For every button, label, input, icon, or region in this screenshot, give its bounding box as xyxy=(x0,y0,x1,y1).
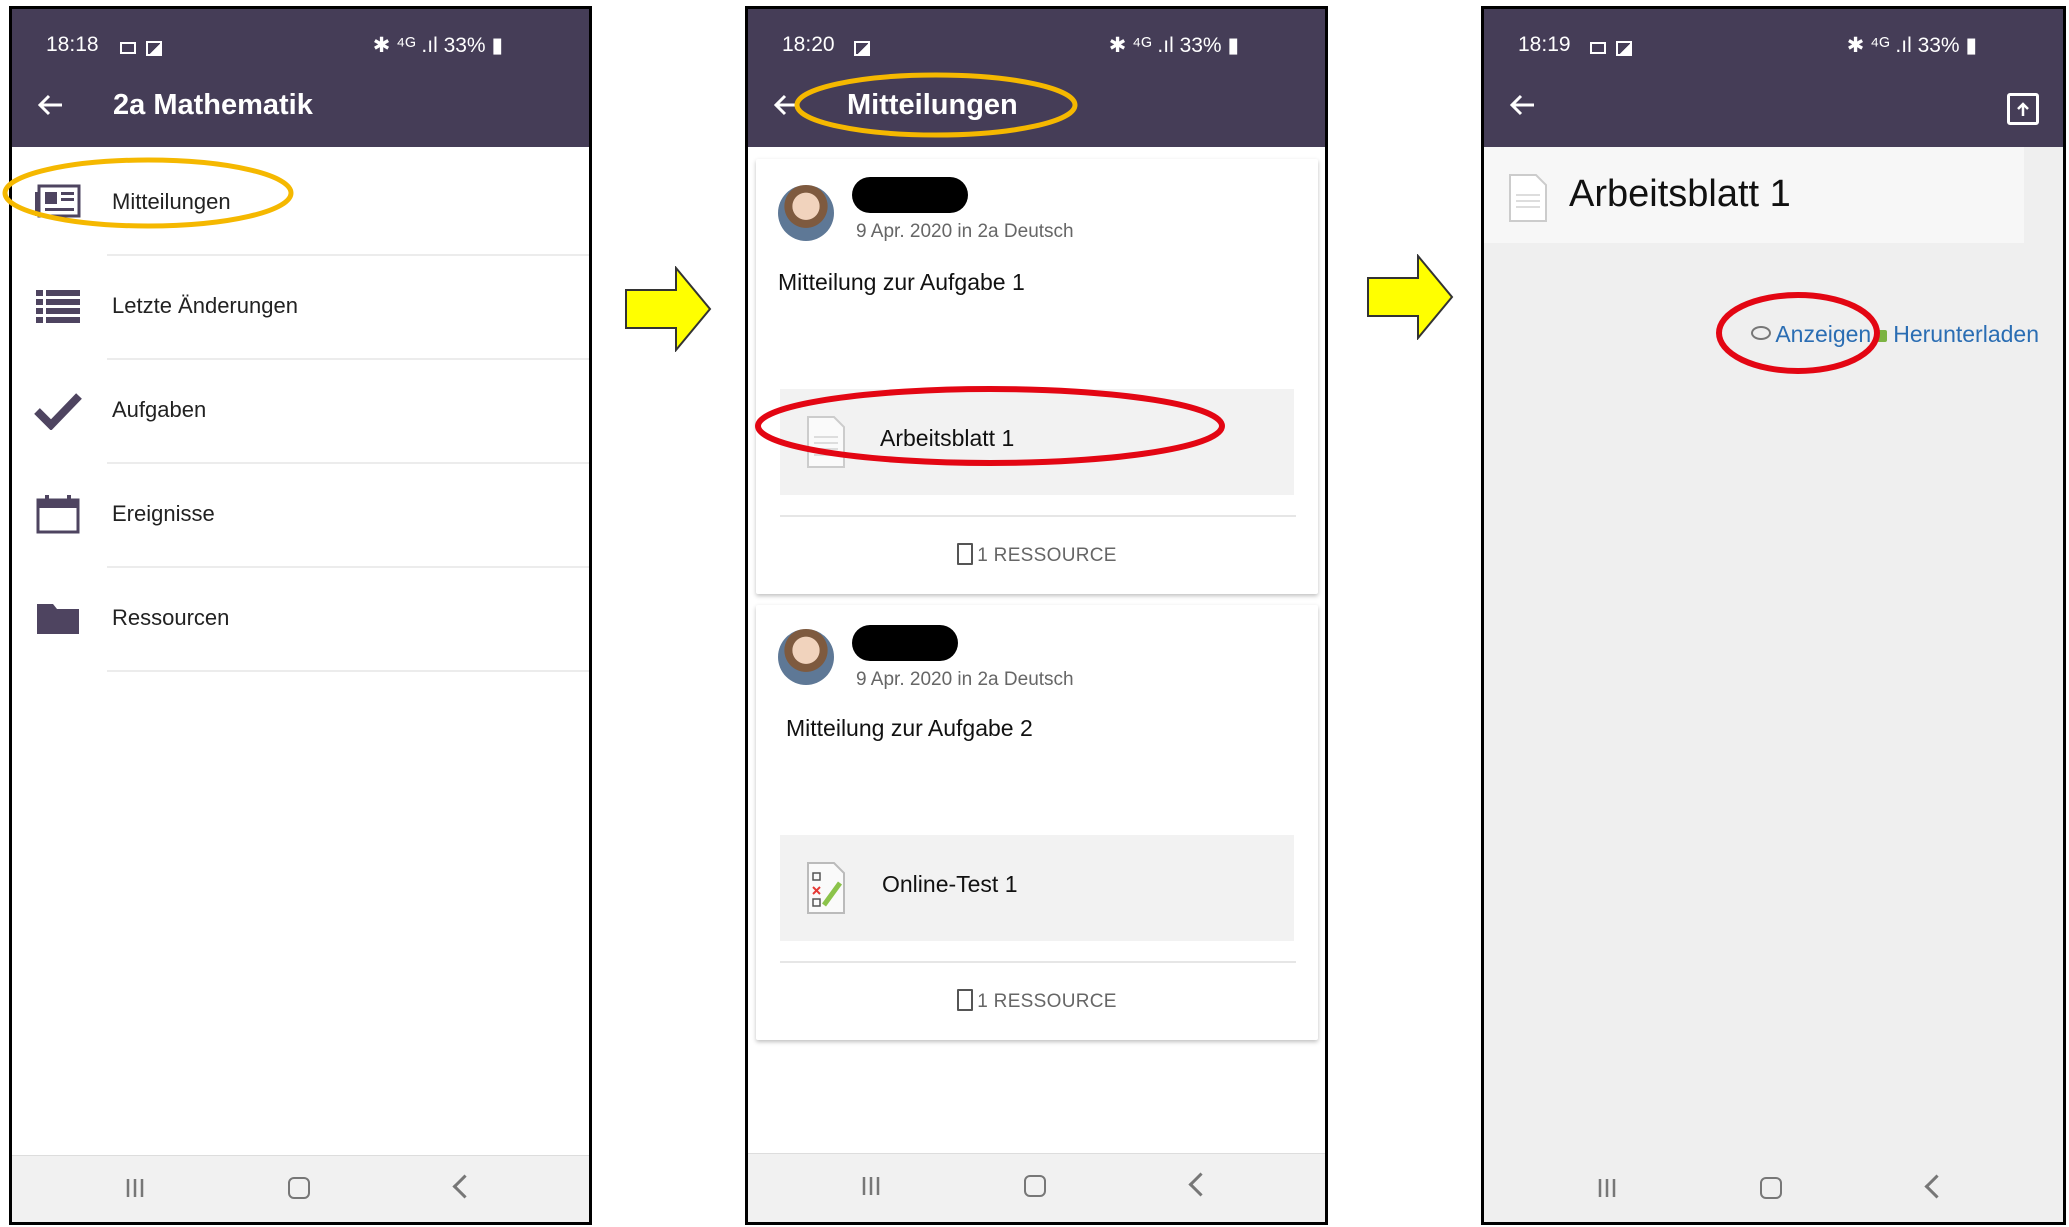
back-arrow-icon[interactable] xyxy=(1508,91,1536,119)
open-external-icon[interactable] xyxy=(2007,93,2039,125)
recent-apps-icon[interactable] xyxy=(860,1175,882,1197)
app-header: 18:19 ✱ ⁴ᴳ .ıl 33% ▮ xyxy=(1484,9,2063,147)
home-icon[interactable] xyxy=(288,1177,310,1199)
flow-arrow-icon xyxy=(625,266,712,352)
page-title: 2a Mathematik xyxy=(113,89,313,121)
image-icon xyxy=(854,41,870,56)
divider xyxy=(780,515,1296,517)
image-icon xyxy=(1616,41,1632,56)
checkmark-icon xyxy=(34,393,82,430)
menu-item-letzte-aenderungen[interactable]: Letzte Änderungen xyxy=(12,256,589,360)
status-battery: ✱ ⁴ᴳ .ıl 33% ▮ xyxy=(372,34,503,57)
menu-label: Ereignisse xyxy=(112,501,215,526)
post-message: Mitteilung zur Aufgabe 1 xyxy=(778,269,1025,295)
divider xyxy=(780,961,1296,963)
status-battery: ✱ ⁴ᴳ .ıl 33% ▮ xyxy=(1846,34,1977,57)
highlight-ellipse xyxy=(1716,292,1880,374)
menu-item-ereignisse[interactable]: Ereignisse xyxy=(12,464,589,568)
android-nav-bar xyxy=(1484,1156,2063,1222)
menu-item-ressourcen[interactable]: Ressourcen xyxy=(12,568,589,672)
folder-icon xyxy=(37,604,79,634)
highlight-ellipse xyxy=(794,72,1078,138)
screen-document-view: 18:19 ✱ ⁴ᴳ .ıl 33% ▮ Arbeitsblatt 1 Anze… xyxy=(1481,6,2066,1225)
app-header: 18:18 ✱ ⁴ᴳ .ıl 33% ▮ 2a Mathematik xyxy=(12,9,589,147)
message-card: 9 Apr. 2020 in 2a Deutsch Mitteilung zur… xyxy=(756,159,1318,594)
avatar xyxy=(778,185,834,241)
document-title: Arbeitsblatt 1 xyxy=(1569,173,1791,215)
status-battery: ✱ ⁴ᴳ .ıl 33% ▮ xyxy=(1108,34,1239,57)
quiz-icon xyxy=(807,862,845,914)
menu-label: Aufgaben xyxy=(112,397,207,422)
recent-apps-icon[interactable] xyxy=(1596,1177,1618,1199)
image-icon xyxy=(146,41,162,56)
highlight-ellipse xyxy=(2,157,294,229)
divider xyxy=(107,670,589,672)
calendar-icon xyxy=(36,495,80,534)
resource-count[interactable]: 1 RESSOURCE xyxy=(756,543,1318,567)
home-icon[interactable] xyxy=(1024,1175,1046,1197)
screen-mitteilungen: 18:20 ✱ ⁴ᴳ .ıl 33% ▮ Mitteilungen 9 Apr.… xyxy=(745,6,1328,1225)
flow-arrow-icon xyxy=(1367,254,1454,340)
document-icon xyxy=(1509,174,1547,222)
avatar xyxy=(778,629,834,685)
menu-label: Letzte Änderungen xyxy=(112,293,298,318)
recent-apps-icon[interactable] xyxy=(124,1177,146,1199)
android-nav-bar xyxy=(12,1155,589,1222)
post-meta: 9 Apr. 2020 in 2a Deutsch xyxy=(856,669,1074,690)
menu-item-aufgaben[interactable]: Aufgaben xyxy=(12,360,589,464)
laptop-icon xyxy=(1590,42,1606,54)
nav-back-icon[interactable] xyxy=(1188,1172,1213,1197)
back-arrow-icon[interactable] xyxy=(36,91,64,119)
status-time: 18:20 xyxy=(782,33,835,56)
attachment-online-test[interactable]: Online-Test 1 xyxy=(780,835,1294,941)
status-time: 18:19 xyxy=(1518,33,1571,56)
nav-back-icon[interactable] xyxy=(452,1174,477,1199)
android-nav-bar xyxy=(748,1153,1325,1222)
laptop-icon xyxy=(120,42,136,54)
file-icon xyxy=(957,543,974,565)
nav-back-icon[interactable] xyxy=(1924,1174,1949,1199)
file-icon xyxy=(957,989,974,1011)
redacted-name xyxy=(852,177,968,213)
menu-label: Ressourcen xyxy=(112,605,230,630)
attachment-label: Online-Test 1 xyxy=(882,871,1018,897)
message-card: 9 Apr. 2020 in 2a Deutsch Mitteilung zur… xyxy=(756,605,1318,1040)
post-message: Mitteilung zur Aufgabe 2 xyxy=(786,715,1033,741)
highlight-ellipse xyxy=(755,386,1225,466)
status-time: 18:18 xyxy=(46,33,99,56)
home-icon[interactable] xyxy=(1760,1177,1782,1199)
post-meta: 9 Apr. 2020 in 2a Deutsch xyxy=(856,221,1074,242)
redacted-name xyxy=(852,625,958,661)
download-link[interactable]: Herunterladen xyxy=(1893,321,2039,347)
resource-count[interactable]: 1 RESSOURCE xyxy=(756,989,1318,1013)
list-icon xyxy=(36,290,80,323)
